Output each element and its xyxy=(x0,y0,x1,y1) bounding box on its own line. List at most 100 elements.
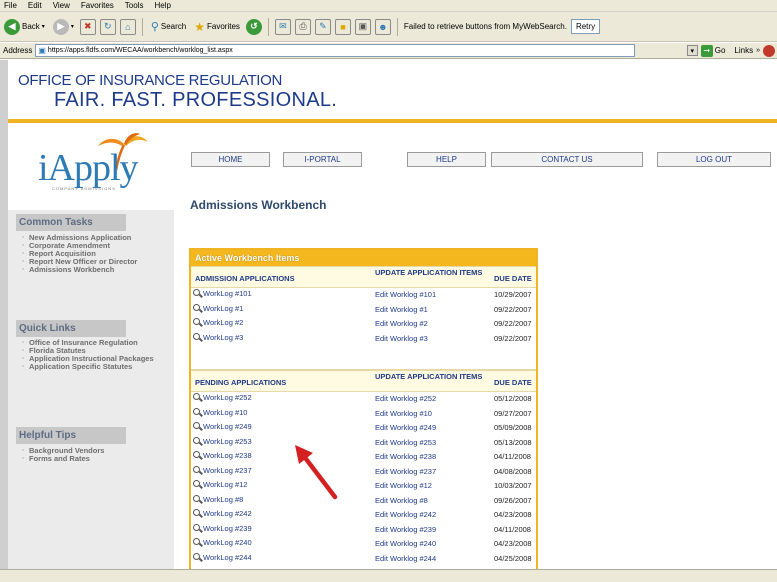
messenger-icon[interactable]: ☻ xyxy=(374,18,391,35)
table-row: WorkLog #10 Edit Worklog #10 09/27/2007 xyxy=(191,407,536,422)
edit-worklog-link[interactable]: Edit Worklog #12 xyxy=(375,481,432,490)
magnifier-icon xyxy=(193,538,202,547)
favorites-button[interactable]: ★ Favorites xyxy=(192,17,242,37)
edit-worklog-link[interactable]: Edit Worklog #240 xyxy=(375,539,436,548)
worklog-link[interactable]: WorkLog #244 xyxy=(193,552,252,562)
menu-help[interactable]: Help xyxy=(154,1,170,10)
org-name: OFFICE OF INSURANCE REGULATION xyxy=(18,72,283,89)
slogan: FAIR. FAST. PROFESSIONAL. xyxy=(54,89,338,111)
edit-worklog-link[interactable]: Edit Worklog #1 xyxy=(375,305,428,314)
worklog-link[interactable]: WorkLog #252 xyxy=(193,393,252,402)
logo-subtext: COMPANY ADMISSIONS xyxy=(52,186,116,191)
home-icon[interactable]: ⌂ xyxy=(119,18,136,35)
admission-rows: WorkLog #101 Edit Worklog #101 10/29/200… xyxy=(191,288,536,346)
worklog-link[interactable]: WorkLog #1 xyxy=(193,303,243,313)
browser-status-bar xyxy=(0,569,777,582)
col-header-pending: PENDING APPLICATIONS xyxy=(195,378,287,387)
sidebar-item-admissions-workbench[interactable]: Admissions Workbench xyxy=(22,266,162,275)
edit-worklog-link[interactable]: Edit Worklog #249 xyxy=(375,423,436,432)
nav-contact-us[interactable]: CONTACT US xyxy=(491,152,643,167)
go-button[interactable]: ➞ Go xyxy=(700,44,726,57)
retry-button[interactable]: Retry xyxy=(570,19,601,34)
worklog-link[interactable]: WorkLog #237 xyxy=(193,465,252,475)
forward-button[interactable]: ▶ ▾ xyxy=(51,17,76,37)
table-row: WorkLog #237 Edit Worklog #237 04/08/200… xyxy=(191,465,536,480)
worklog-link[interactable]: WorkLog #10 xyxy=(193,407,247,417)
edit-worklog-link[interactable]: Edit Worklog #239 xyxy=(375,525,436,534)
worklog-link[interactable]: WorkLog #239 xyxy=(193,523,252,533)
browser-toolbar: ◀ Back ▾ ▶ ▾ ✖ ↻ ⌂ ⚲ Search ★ Favorites … xyxy=(0,12,777,42)
mail-icon[interactable]: ✉ xyxy=(274,18,291,35)
worklog-link[interactable]: WorkLog #253 xyxy=(193,436,252,446)
research-icon[interactable]: ▣ xyxy=(354,18,371,35)
worklog-link[interactable]: WorkLog #240 xyxy=(193,538,252,547)
edit-worklog-link[interactable]: Edit Worklog #101 xyxy=(375,290,436,299)
edit-worklog-link[interactable]: Edit Worklog #244 xyxy=(375,554,436,563)
menu-edit[interactable]: Edit xyxy=(28,1,42,10)
search-button[interactable]: ⚲ Search xyxy=(149,17,188,37)
stop-icon[interactable]: ✖ xyxy=(79,18,96,35)
address-bar: Address ▣ https://apps.fldfs.com/WECAA/w… xyxy=(0,43,777,59)
edit-worklog-link[interactable]: Edit Worklog #253 xyxy=(375,438,436,447)
toolbar-addon-icon[interactable] xyxy=(763,44,775,57)
toolbar-divider xyxy=(267,17,269,36)
nav-home[interactable]: HOME xyxy=(191,152,270,167)
nav-log-out[interactable]: LOG OUT xyxy=(657,152,771,167)
nav-help[interactable]: HELP xyxy=(407,152,486,167)
edit-worklog-link[interactable]: Edit Worklog #3 xyxy=(375,334,428,343)
magnifier-icon xyxy=(193,451,202,460)
common-tasks-list: New Admissions Application Corporate Ame… xyxy=(22,234,162,275)
edit-worklog-link[interactable]: Edit Worklog #2 xyxy=(375,319,428,328)
address-dropdown-icon[interactable]: ▾ xyxy=(686,45,698,56)
worklog-link[interactable]: WorkLog #2 xyxy=(193,318,243,327)
menu-favorites[interactable]: Favorites xyxy=(81,1,114,10)
menu-file[interactable]: File xyxy=(4,1,17,10)
chevron-right-icon[interactable]: » xyxy=(756,47,760,54)
go-label: Go xyxy=(714,46,726,55)
search-icon: ⚲ xyxy=(150,21,159,33)
table-row: WorkLog #238 Edit Worklog #238 04/11/200… xyxy=(191,450,536,465)
folder-icon[interactable]: ■ xyxy=(334,18,351,35)
forward-arrow-icon: ▶ xyxy=(52,18,69,35)
address-input[interactable]: ▣ https://apps.fldfs.com/WECAA/workbench… xyxy=(35,44,636,57)
annotation-arrow-icon xyxy=(295,445,338,500)
sidebar: Common Tasks New Admissions Application … xyxy=(8,210,174,569)
table-row: WorkLog #101 Edit Worklog #101 10/29/200… xyxy=(191,288,536,303)
magnifier-icon xyxy=(193,552,202,562)
col-header-update: UPDATE APPLICATION ITEMS xyxy=(375,268,483,277)
helpful-tips-list: Background Vendors Forms and Rates xyxy=(22,447,162,464)
chevron-down-icon: ▾ xyxy=(70,24,74,30)
edit-worklog-link[interactable]: Edit Worklog #252 xyxy=(375,394,436,403)
refresh-icon[interactable]: ↻ xyxy=(99,18,116,35)
table-row: WorkLog #242 Edit Worklog #242 04/23/200… xyxy=(191,508,536,523)
edit-worklog-link[interactable]: Edit Worklog #238 xyxy=(375,452,436,461)
menu-tools[interactable]: Tools xyxy=(125,1,144,10)
links-label[interactable]: Links xyxy=(734,46,753,55)
quick-links-list: Office of Insurance Regulation Florida S… xyxy=(22,339,162,372)
menu-view[interactable]: View xyxy=(53,1,70,10)
edit-worklog-link[interactable]: Edit Worklog #10 xyxy=(375,409,432,418)
edit-icon[interactable]: ✎ xyxy=(314,18,331,35)
worklog-link[interactable]: WorkLog #242 xyxy=(193,509,252,518)
worklog-link[interactable]: WorkLog #3 xyxy=(193,332,243,342)
worklog-link[interactable]: WorkLog #101 xyxy=(193,289,252,298)
magnifier-icon xyxy=(193,303,202,313)
edit-worklog-link[interactable]: Edit Worklog #242 xyxy=(375,510,436,519)
print-icon[interactable]: ⎙ xyxy=(294,18,311,35)
page-title: Admissions Workbench xyxy=(190,198,327,212)
edit-worklog-link[interactable]: Edit Worklog #8 xyxy=(375,496,428,505)
nav-i-portal[interactable]: I-PORTAL xyxy=(283,152,362,167)
worklog-link[interactable]: WorkLog #238 xyxy=(193,451,252,460)
sidebar-item-specific-statutes[interactable]: Application Specific Statutes xyxy=(22,363,162,372)
worklog-link[interactable]: WorkLog #249 xyxy=(193,422,252,431)
table-row: WorkLog #253 Edit Worklog #253 05/13/200… xyxy=(191,436,536,451)
worklog-link[interactable]: WorkLog #12 xyxy=(193,480,247,489)
worklog-link[interactable]: WorkLog #8 xyxy=(193,494,243,504)
sidebar-item-forms-and-rates[interactable]: Forms and Rates xyxy=(22,455,162,464)
history-icon[interactable]: ↺ xyxy=(245,18,262,35)
due-date: 05/09/2008 xyxy=(494,423,532,432)
edit-worklog-link[interactable]: Edit Worklog #237 xyxy=(375,467,436,476)
table-row: WorkLog #252 Edit Worklog #252 05/12/200… xyxy=(191,392,536,407)
back-button[interactable]: ◀ Back ▾ xyxy=(2,17,47,37)
col-header-due-date: DUE DATE xyxy=(494,274,532,283)
